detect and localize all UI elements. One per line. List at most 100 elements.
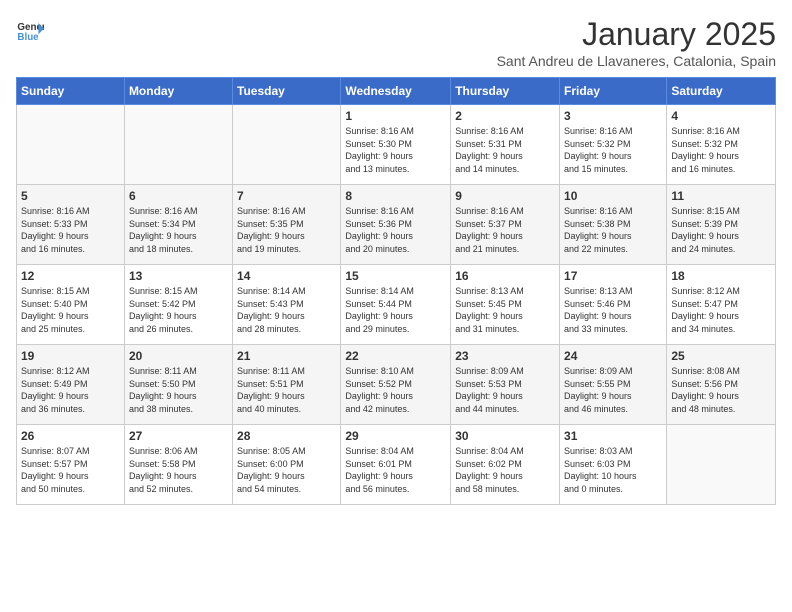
calendar-week-3: 12 Sunrise: 8:15 AMSunset: 5:40 PMDayligh… [17, 265, 776, 345]
header: General Blue January 2025 Sant Andreu de… [16, 16, 776, 69]
calendar-cell: 14 Sunrise: 8:14 AMSunset: 5:43 PMDayligh… [233, 265, 341, 345]
calendar-cell: 6Sunrise: 8:16 AMSunset: 5:34 PMDaylight… [124, 185, 232, 265]
day-detail: Sunrise: 8:16 AMSunset: 5:35 PMDaylight:… [237, 205, 336, 255]
title-area: January 2025 Sant Andreu de Llavaneres, … [497, 16, 776, 69]
day-detail: Sunrise: 8:15 AMSunset: 5:42 PMDaylight:… [129, 285, 228, 335]
day-number: 27 [129, 429, 228, 443]
day-number: 26 [21, 429, 120, 443]
day-detail: Sunrise: 8:14 AMSunset: 5:43 PMDaylight:… [237, 285, 336, 335]
weekday-header-wednesday: Wednesday [341, 78, 451, 105]
calendar-cell: 3Sunrise: 8:16 AMSunset: 5:32 PMDaylight… [560, 105, 667, 185]
day-number: 9 [455, 189, 555, 203]
day-detail: Sunrise: 8:16 AMSunset: 5:32 PMDaylight:… [671, 125, 771, 175]
calendar-cell: 21 Sunrise: 8:11 AMSunset: 5:51 PMDayligh… [233, 345, 341, 425]
calendar-cell: 25Sunrise: 8:08 AMSunset: 5:56 PMDayligh… [667, 345, 776, 425]
day-number: 4 [671, 109, 771, 123]
calendar-week-4: 19 Sunrise: 8:12 AMSunset: 5:49 PMDayligh… [17, 345, 776, 425]
calendar-cell: 17Sunrise: 8:13 AMSunset: 5:46 PMDayligh… [560, 265, 667, 345]
day-detail: Sunrise: 8:16 AMSunset: 5:30 PMDaylight:… [345, 125, 446, 175]
day-detail: Sunrise: 8:03 AMSunset: 6:03 PMDaylight:… [564, 445, 662, 495]
day-detail: Sunrise: 8:13 AMSunset: 5:46 PMDaylight:… [564, 285, 662, 335]
weekday-header-friday: Friday [560, 78, 667, 105]
day-number: 31 [564, 429, 662, 443]
calendar-cell: 19 Sunrise: 8:12 AMSunset: 5:49 PMDayligh… [17, 345, 125, 425]
day-detail: Sunrise: 8:07 AMSunset: 5:57 PMDaylight:… [21, 445, 120, 495]
calendar-cell [124, 105, 232, 185]
calendar-title: January 2025 [497, 16, 776, 53]
calendar-week-2: 5Sunrise: 8:16 AMSunset: 5:33 PMDaylight… [17, 185, 776, 265]
day-detail: Sunrise: 8:10 AMSunset: 5:52 PMDaylight:… [345, 365, 446, 415]
calendar-cell: 8Sunrise: 8:16 AMSunset: 5:36 PMDaylight… [341, 185, 451, 265]
day-number: 19 [21, 349, 120, 363]
calendar-table: SundayMondayTuesdayWednesdayThursdayFrid… [16, 77, 776, 505]
calendar-cell: 30 Sunrise: 8:04 AMSunset: 6:02 PMDayligh… [451, 425, 560, 505]
day-number: 10 [564, 189, 662, 203]
day-detail: Sunrise: 8:08 AMSunset: 5:56 PMDaylight:… [671, 365, 771, 415]
calendar-cell: 26 Sunrise: 8:07 AMSunset: 5:57 PMDayligh… [17, 425, 125, 505]
day-detail: Sunrise: 8:05 AMSunset: 6:00 PMDaylight:… [237, 445, 336, 495]
day-detail: Sunrise: 8:04 AMSunset: 6:02 PMDaylight:… [455, 445, 555, 495]
day-detail: Sunrise: 8:11 AMSunset: 5:50 PMDaylight:… [129, 365, 228, 415]
calendar-cell: 20 Sunrise: 8:11 AMSunset: 5:50 PMDayligh… [124, 345, 232, 425]
calendar-cell [667, 425, 776, 505]
day-number: 20 [129, 349, 228, 363]
weekday-header-thursday: Thursday [451, 78, 560, 105]
calendar-cell: 13Sunrise: 8:15 AMSunset: 5:42 PMDayligh… [124, 265, 232, 345]
calendar-cell: 28 Sunrise: 8:05 AMSunset: 6:00 PMDayligh… [233, 425, 341, 505]
calendar-cell: 31 Sunrise: 8:03 AMSunset: 6:03 PMDayligh… [560, 425, 667, 505]
calendar-cell: 2Sunrise: 8:16 AMSunset: 5:31 PMDaylight… [451, 105, 560, 185]
day-detail: Sunrise: 8:12 AMSunset: 5:47 PMDaylight:… [671, 285, 771, 335]
day-number: 28 [237, 429, 336, 443]
day-detail: Sunrise: 8:09 AMSunset: 5:55 PMDaylight:… [564, 365, 662, 415]
calendar-cell: 7 Sunrise: 8:16 AMSunset: 5:35 PMDaylight… [233, 185, 341, 265]
day-number: 6 [129, 189, 228, 203]
weekday-header-row: SundayMondayTuesdayWednesdayThursdayFrid… [17, 78, 776, 105]
day-number: 12 [21, 269, 120, 283]
day-number: 16 [455, 269, 555, 283]
calendar-cell: 27Sunrise: 8:06 AMSunset: 5:58 PMDayligh… [124, 425, 232, 505]
calendar-cell: 5Sunrise: 8:16 AMSunset: 5:33 PMDaylight… [17, 185, 125, 265]
calendar-cell: 29Sunrise: 8:04 AMSunset: 6:01 PMDayligh… [341, 425, 451, 505]
weekday-header-tuesday: Tuesday [233, 78, 341, 105]
day-detail: Sunrise: 8:15 AMSunset: 5:39 PMDaylight:… [671, 205, 771, 255]
day-number: 7 [237, 189, 336, 203]
logo-icon: General Blue [16, 16, 44, 44]
calendar-cell: 1 Sunrise: 8:16 AMSunset: 5:30 PMDaylight… [341, 105, 451, 185]
day-number: 15 [345, 269, 446, 283]
day-detail: Sunrise: 8:16 AMSunset: 5:33 PMDaylight:… [21, 205, 120, 255]
day-detail: Sunrise: 8:09 AMSunset: 5:53 PMDaylight:… [455, 365, 555, 415]
day-detail: Sunrise: 8:14 AMSunset: 5:44 PMDaylight:… [345, 285, 446, 335]
day-detail: Sunrise: 8:13 AMSunset: 5:45 PMDaylight:… [455, 285, 555, 335]
day-number: 21 [237, 349, 336, 363]
day-detail: Sunrise: 8:16 AMSunset: 5:37 PMDaylight:… [455, 205, 555, 255]
weekday-header-sunday: Sunday [17, 78, 125, 105]
day-number: 23 [455, 349, 555, 363]
calendar-cell: 15 Sunrise: 8:14 AMSunset: 5:44 PMDayligh… [341, 265, 451, 345]
calendar-cell: 10 Sunrise: 8:16 AMSunset: 5:38 PMDayligh… [560, 185, 667, 265]
weekday-header-monday: Monday [124, 78, 232, 105]
day-number: 2 [455, 109, 555, 123]
day-number: 29 [345, 429, 446, 443]
calendar-cell: 23 Sunrise: 8:09 AMSunset: 5:53 PMDayligh… [451, 345, 560, 425]
logo: General Blue [16, 16, 44, 44]
calendar-cell: 11Sunrise: 8:15 AMSunset: 5:39 PMDayligh… [667, 185, 776, 265]
calendar-cell [233, 105, 341, 185]
calendar-cell: 16 Sunrise: 8:13 AMSunset: 5:45 PMDayligh… [451, 265, 560, 345]
day-number: 22 [345, 349, 446, 363]
calendar-cell: 24Sunrise: 8:09 AMSunset: 5:55 PMDayligh… [560, 345, 667, 425]
day-detail: Sunrise: 8:16 AMSunset: 5:38 PMDaylight:… [564, 205, 662, 255]
calendar-week-5: 26 Sunrise: 8:07 AMSunset: 5:57 PMDayligh… [17, 425, 776, 505]
calendar-cell: 22 Sunrise: 8:10 AMSunset: 5:52 PMDayligh… [341, 345, 451, 425]
day-detail: Sunrise: 8:15 AMSunset: 5:40 PMDaylight:… [21, 285, 120, 335]
day-detail: Sunrise: 8:11 AMSunset: 5:51 PMDaylight:… [237, 365, 336, 415]
day-number: 1 [345, 109, 446, 123]
calendar-cell [17, 105, 125, 185]
day-number: 30 [455, 429, 555, 443]
calendar-week-1: 1 Sunrise: 8:16 AMSunset: 5:30 PMDaylight… [17, 105, 776, 185]
calendar-cell: 9 Sunrise: 8:16 AMSunset: 5:37 PMDaylight… [451, 185, 560, 265]
day-detail: Sunrise: 8:16 AMSunset: 5:36 PMDaylight:… [345, 205, 446, 255]
day-detail: Sunrise: 8:12 AMSunset: 5:49 PMDaylight:… [21, 365, 120, 415]
calendar-cell: 4 Sunrise: 8:16 AMSunset: 5:32 PMDaylight… [667, 105, 776, 185]
day-number: 14 [237, 269, 336, 283]
day-detail: Sunrise: 8:16 AMSunset: 5:32 PMDaylight:… [564, 125, 662, 175]
